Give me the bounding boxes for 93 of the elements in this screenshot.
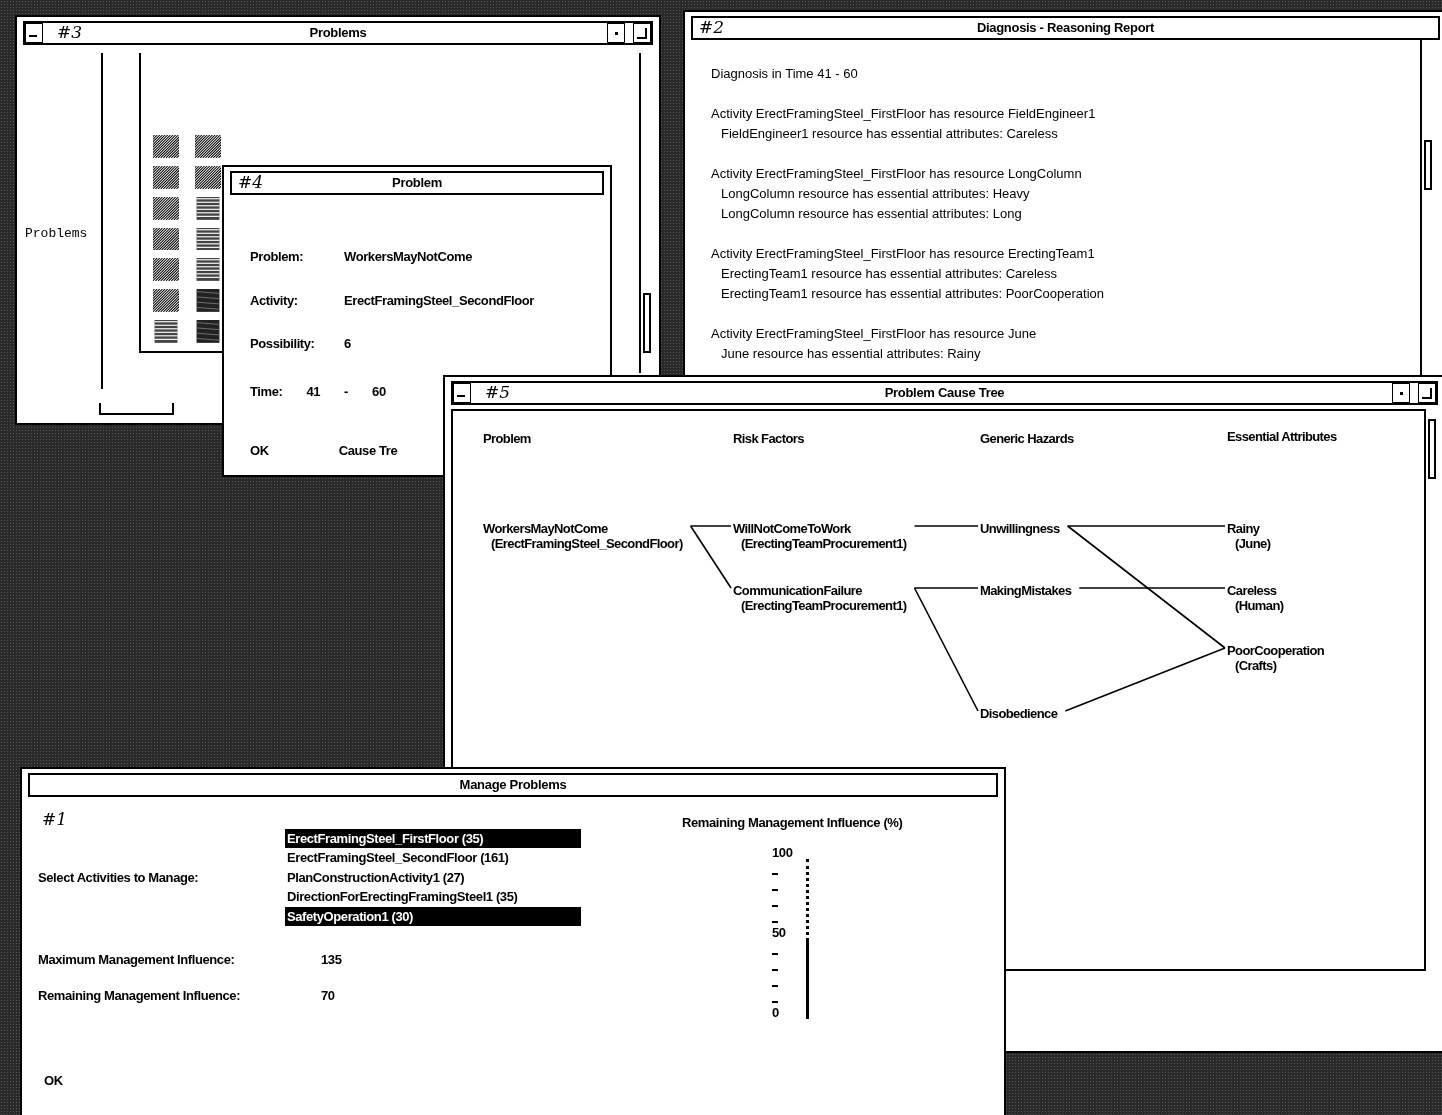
report-line: LongColumn resource has essential attributes: Long xyxy=(720,205,1023,223)
window-title: Diagnosis - Reasoning Report xyxy=(975,19,1156,38)
ok-button[interactable]: OK xyxy=(44,1071,63,1091)
column-header: Problem xyxy=(483,431,531,446)
node-detail: (June) xyxy=(1234,536,1271,551)
problem-tile-icon[interactable] xyxy=(195,165,222,189)
minimize-icon[interactable] xyxy=(607,23,625,43)
problem-tile-icon[interactable] xyxy=(195,258,222,282)
field-label: Problem: xyxy=(250,248,305,266)
field-value: 135 xyxy=(321,951,343,969)
node-label: WillNotComeToWork xyxy=(733,521,852,536)
node-label: WorkersMayNotCome xyxy=(483,521,609,536)
problem-tile-icon[interactable] xyxy=(195,227,222,251)
node-detail: (ErectingTeamProcurement1) xyxy=(740,598,907,613)
report-line: Activity ErectFramingSteel_FirstFloor has resource LongColumn xyxy=(711,165,1083,183)
activity-list-item[interactable]: PlanConstructionActivity1 (27) xyxy=(285,867,581,887)
cause-tree-button[interactable]: Cause Tre xyxy=(338,441,398,461)
node-label: PoorCooperation xyxy=(1227,643,1325,658)
meter-title: Remaining Management Influence (%) xyxy=(682,814,904,832)
node-label: CommunicationFailure xyxy=(733,583,863,598)
activity-list-item[interactable]: ErectFramingSteel_FirstFloor (35) xyxy=(285,828,581,848)
node-label: Disobedience xyxy=(980,706,1058,721)
problem-tile-icon[interactable] xyxy=(195,320,222,343)
window-menu-icon[interactable] xyxy=(453,383,471,403)
vertical-scrollbar[interactable] xyxy=(1424,409,1438,971)
maximize-icon[interactable] xyxy=(1418,383,1436,403)
report-line: ErectingTeam1 resource has essential attributes: PoorCooperation xyxy=(720,285,1105,303)
problem-tile-icon[interactable] xyxy=(195,135,222,158)
problem-tile-icon[interactable] xyxy=(153,258,180,282)
report-line: Activity ErectFramingSteel_FirstFloor has resource FieldEngineer1 xyxy=(711,105,1097,123)
problem-tile-icon[interactable] xyxy=(153,196,180,220)
scale-label: 0 xyxy=(772,1003,779,1022)
column-header: Essential Attributes xyxy=(1227,429,1337,444)
handwritten-note: #5 xyxy=(484,381,511,405)
report-line: LongColumn resource has essential attributes: Heavy xyxy=(720,185,1031,203)
minimize-icon[interactable] xyxy=(1392,383,1410,403)
problem-tile-icon[interactable] xyxy=(153,165,180,189)
problem-tile-icon[interactable] xyxy=(195,289,222,313)
field-label: Time: xyxy=(250,382,283,401)
window-menu-icon[interactable] xyxy=(25,23,43,43)
report-line: FieldEngineer1 resource has essential attributes: Careless xyxy=(720,125,1059,143)
node-label: Unwillingness xyxy=(980,521,1060,536)
maximize-icon[interactable] xyxy=(633,23,651,43)
vertical-scrollbar[interactable] xyxy=(639,53,653,373)
window-title: Problem Cause Tree xyxy=(883,384,1006,403)
field-value: 70 xyxy=(321,986,336,1005)
window-title: Problem xyxy=(391,174,443,193)
field-value: - xyxy=(344,382,349,401)
report-heading: Diagnosis in Time 41 - 60 xyxy=(711,65,859,83)
handwritten-note: #1 xyxy=(41,808,69,831)
column-header: Risk Factors xyxy=(733,431,804,446)
window-title: Problems xyxy=(308,24,368,43)
field-value: 41 xyxy=(306,382,321,401)
horizontal-scrollbar[interactable] xyxy=(99,403,175,415)
field-value: 6 xyxy=(344,335,352,353)
node-detail: (ErectingTeamProcurement1) xyxy=(740,536,907,551)
problem-tile-icon[interactable] xyxy=(153,320,180,343)
node-label: Careless xyxy=(1227,583,1278,598)
list-label: Problems xyxy=(24,225,89,244)
vertical-scrollbar[interactable] xyxy=(1420,40,1434,376)
problem-tile-icon[interactable] xyxy=(153,227,180,251)
field-value: ErectFramingSteel_SecondFloor xyxy=(344,291,535,310)
problem-tile-icon[interactable] xyxy=(153,289,180,313)
node-label: MakingMistakes xyxy=(980,583,1072,598)
scale-label: 50 xyxy=(772,923,786,942)
activity-list-item[interactable]: DirectionForErectingFramingSteel1 (35) xyxy=(285,887,581,906)
activity-list-item[interactable]: SafetyOperation1 (30) xyxy=(285,906,581,926)
handwritten-note: #2 xyxy=(698,16,725,40)
node-label: Rainy xyxy=(1227,521,1261,536)
report-line: Activity ErectFramingSteel_FirstFloor has resource June xyxy=(711,325,1038,343)
node-detail: (Human) xyxy=(1234,598,1284,613)
field-label: Possibility: xyxy=(250,335,316,353)
node-detail: (ErectFramingSteel_SecondFloor) xyxy=(490,536,683,551)
connector-line xyxy=(913,525,979,527)
handwritten-note: #4 xyxy=(237,171,264,195)
problem-tile-icon[interactable] xyxy=(195,196,222,220)
field-label: Select Activities to Manage: xyxy=(38,868,200,887)
handwritten-note: #3 xyxy=(56,21,83,45)
scale-label: 100 xyxy=(772,843,793,862)
field-value: 60 xyxy=(372,382,386,401)
report-line: ErectingTeam1 resource has essential attributes: Careless xyxy=(720,265,1058,283)
ok-button[interactable]: OK xyxy=(250,441,269,461)
report-line: June resource has essential attributes: Rainy xyxy=(720,345,982,363)
field-value: WorkersMayNotCome xyxy=(344,248,474,266)
field-label: Maximum Management Influence: xyxy=(38,951,236,969)
window-title: Manage Problems xyxy=(458,776,568,795)
problem-tile-icon[interactable] xyxy=(153,135,180,158)
field-label: Activity: xyxy=(250,291,299,310)
field-label: Remaining Management Influence: xyxy=(38,986,242,1005)
activity-list-item[interactable]: ErectFramingSteel_SecondFloor (161) xyxy=(285,848,581,867)
report-line: Activity ErectFramingSteel_FirstFloor has resource ErectingTeam1 xyxy=(711,245,1096,263)
column-header: Generic Hazards xyxy=(980,431,1074,446)
node-detail: (Crafts) xyxy=(1234,658,1278,673)
